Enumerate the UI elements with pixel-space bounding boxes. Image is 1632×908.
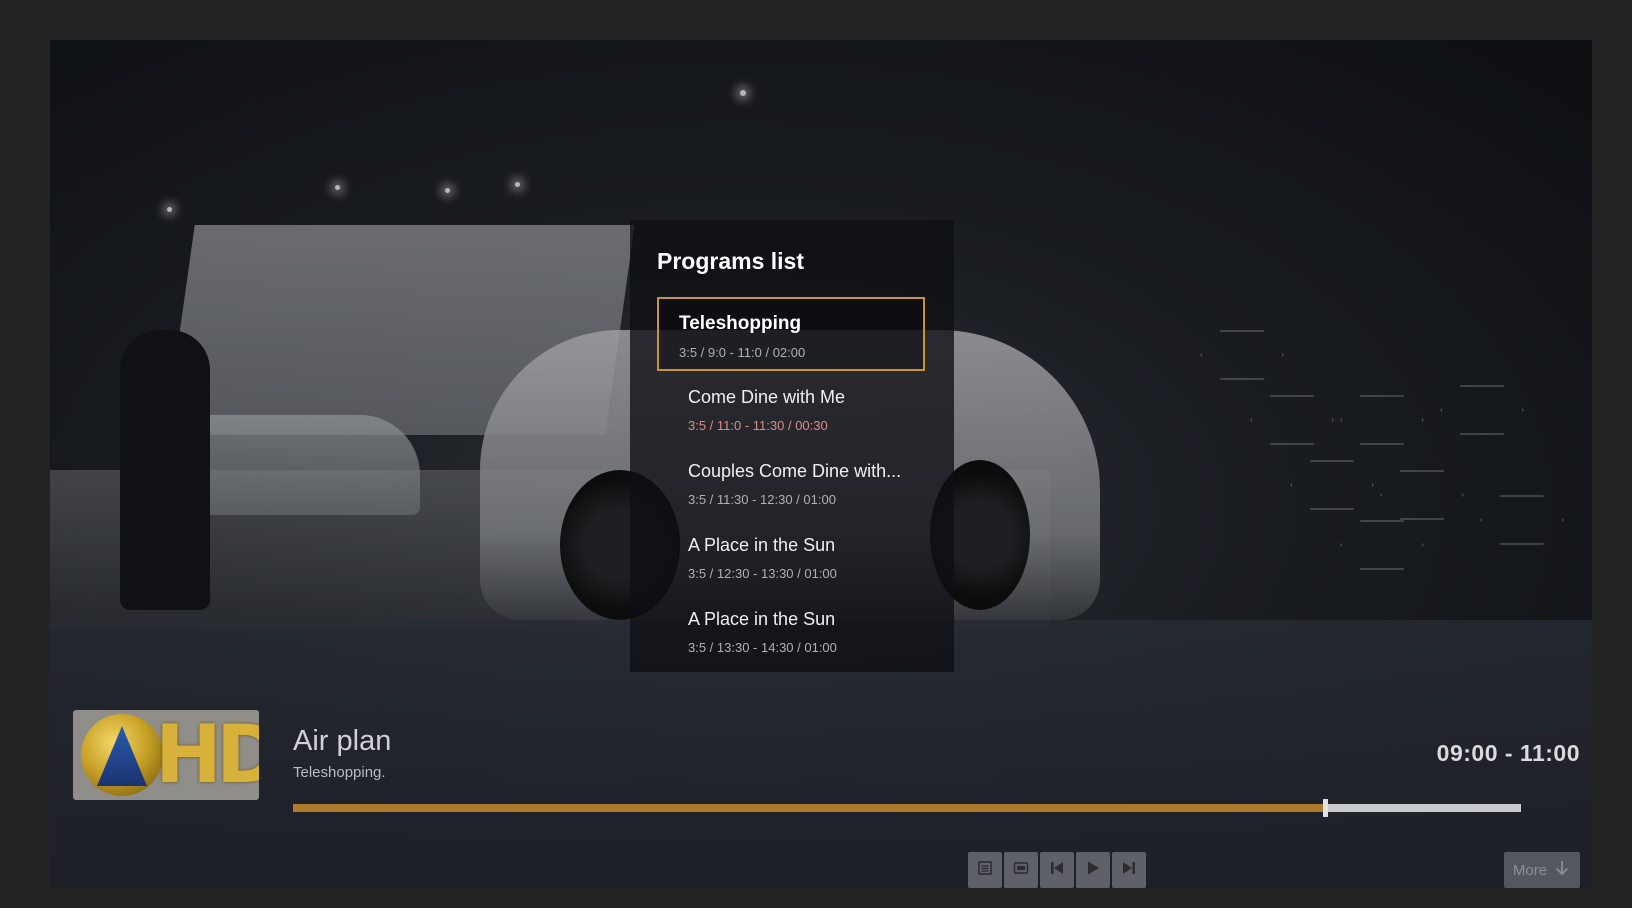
programs-list: Teleshopping 3:5 / 9:0 - 11:0 / 02:00 Co… <box>657 297 925 652</box>
list-icon <box>977 860 993 881</box>
video-player-screen: HD Air plan Teleshopping. 09:00 - 11:00 <box>50 40 1592 888</box>
channel-logo: HD <box>73 710 259 800</box>
program-item-name: A Place in the Sun <box>688 535 836 555</box>
program-item-name: A Place in the Sun <box>688 609 836 629</box>
epg-icon <box>1013 860 1029 881</box>
program-time-range: 09:00 - 11:00 <box>1436 740 1580 766</box>
progress-thumb[interactable] <box>1322 799 1328 817</box>
program-item[interactable]: A Place in the Sun 3:5 / 12:30 - 13:30 /… <box>657 519 925 593</box>
skip-next-icon <box>1121 860 1137 881</box>
program-item-info: 3:5 / 11:0 - 11:30 / 00:30 <box>688 418 828 433</box>
program-item-selected[interactable]: Teleshopping 3:5 / 9:0 - 11:0 / 02:00 <box>657 297 925 371</box>
skip-previous-icon <box>1049 860 1065 881</box>
programs-list-title: Programs list <box>657 248 804 274</box>
arrow-down-icon <box>1553 859 1571 881</box>
program-subtitle: Teleshopping. <box>293 764 386 781</box>
program-item[interactable]: A Place in the Sun 3:5 / 13:30 - 14:30 /… <box>657 593 925 652</box>
skip-next-button[interactable] <box>1112 852 1146 888</box>
program-item-info: 3:5 / 9:0 - 11:0 / 02:00 <box>679 345 806 360</box>
epg-button[interactable] <box>1004 852 1038 888</box>
channel-emblem-icon <box>81 714 163 796</box>
program-title: Air plan <box>293 725 392 757</box>
programs-list-panel: Programs list Teleshopping 3:5 / 9:0 - 1… <box>630 220 954 672</box>
list-button[interactable] <box>968 852 1002 888</box>
more-button[interactable]: More <box>1504 852 1580 888</box>
program-item-info: 3:5 / 12:30 - 13:30 / 01:00 <box>688 566 837 581</box>
progress-fill <box>293 804 1325 812</box>
program-item-name: Teleshopping <box>679 313 802 334</box>
skip-previous-button[interactable] <box>1040 852 1074 888</box>
program-item-info: 3:5 / 13:30 - 14:30 / 01:00 <box>688 640 837 652</box>
progress-bar[interactable] <box>293 799 1521 817</box>
program-item[interactable]: Come Dine with Me 3:5 / 11:0 - 11:30 / 0… <box>657 371 925 445</box>
program-item-name: Come Dine with Me <box>688 387 846 407</box>
program-item[interactable]: Couples Come Dine with... 3:5 / 11:30 - … <box>657 445 925 519</box>
program-item-name: Couples Come Dine with... <box>688 461 902 481</box>
play-button[interactable] <box>1076 852 1110 888</box>
playback-controls <box>968 852 1146 888</box>
more-button-label: More <box>1512 861 1548 879</box>
play-icon <box>1085 860 1101 881</box>
hd-logo-mark: HD <box>155 710 259 800</box>
program-item-info: 3:5 / 11:30 - 12:30 / 01:00 <box>688 492 836 507</box>
